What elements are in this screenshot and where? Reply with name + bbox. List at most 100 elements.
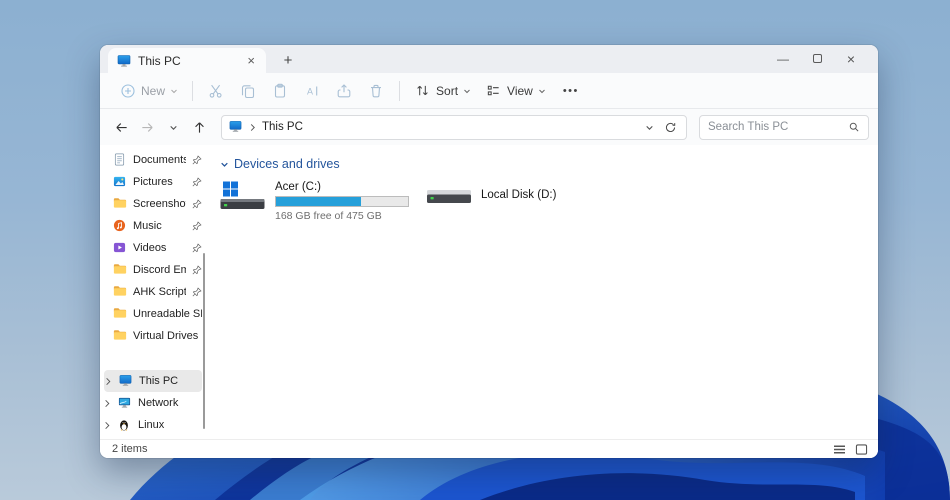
this-pc-icon [229,120,243,134]
document-icon [113,153,127,167]
minimize-button[interactable]: — [766,52,800,66]
search-icon [849,122,859,132]
drive-tile-d[interactable]: Local Disk (D:) [426,181,556,211]
sidebar-item-ahk-scripts[interactable]: AHK Scripts [100,281,206,303]
sidebar-item-virtual-drives[interactable]: Virtual Drives [100,325,206,347]
up-button[interactable] [187,115,211,139]
trash-icon [371,84,382,97]
folder-icon [113,197,127,211]
copy-icon [241,84,255,98]
sidebar-item-label: AHK Scripts [133,286,186,298]
sidebar-item-documents[interactable]: Documents [100,149,206,171]
toolbar-divider [192,80,194,101]
sidebar-item-screenshots[interactable]: Screenshots [100,193,206,215]
pin-icon [192,177,202,187]
drive-tile-c[interactable]: Acer (C:) 168 GB free of 475 GB [220,181,409,222]
music-icon [113,219,127,233]
window-controls: — × [766,45,868,73]
delete-button[interactable] [360,78,392,104]
copy-button[interactable] [232,78,264,104]
sidebar-item-unreadable-sd[interactable]: Unreadable SD C [100,303,206,325]
chevron-down-icon [464,89,470,93]
toolbar-divider [399,80,401,101]
sidebar-scrollbar[interactable] [203,253,205,429]
back-button[interactable] [109,115,133,139]
local-disk-icon [426,181,472,211]
pin-icon [192,221,202,231]
view-button[interactable]: View [478,78,553,103]
items-count: 2 items [112,443,148,455]
navigation-bar: This PC [100,109,878,145]
sort-button-label: Sort [436,83,459,98]
pin-icon [192,287,202,297]
sidebar-item-label: Music [133,220,162,232]
chevron-down-icon [538,89,545,93]
details-view-icon[interactable] [832,443,846,455]
paste-button[interactable] [264,78,296,104]
search-input[interactable] [708,121,848,133]
network-icon [118,396,132,410]
drive-name: Local Disk (D:) [481,189,557,201]
folder-icon [113,263,127,277]
rename-icon: A [307,86,318,96]
sidebar-item-this-pc[interactable]: This PC [104,370,202,392]
plus-circle-icon [119,82,136,99]
drive-capacity-text: 168 GB free of 475 GB [275,210,382,222]
address-bar[interactable]: This PC [221,114,687,140]
sort-button[interactable]: Sort [407,78,478,103]
view-button-label: View [507,83,533,98]
rename-button[interactable]: A [296,78,328,104]
sidebar-item-label: Discord Emo [133,264,186,276]
address-dropdown-icon[interactable] [645,123,654,132]
scissors-icon [209,84,222,98]
maximize-button[interactable] [800,52,834,66]
thumbnail-view-icon[interactable] [854,443,868,455]
sidebar-item-discord-emo[interactable]: Discord Emo [100,259,206,281]
new-button[interactable]: New [112,78,185,103]
folder-icon [113,329,127,343]
expand-chevron-icon[interactable] [103,421,112,430]
see-more-button[interactable]: ••• [553,85,589,97]
sidebar-item-label: Documents [133,154,186,166]
navigation-pane: Documents Pictures Screensho Music Video… [100,145,206,439]
drive-usage-bar-fill [276,197,362,206]
pin-icon [192,243,202,253]
breadcrumb-chevron-icon [250,123,255,131]
sidebar-item-videos[interactable]: Videos [100,237,206,259]
share-button[interactable] [328,78,360,104]
cut-button[interactable] [200,78,232,104]
section-devices-and-drives[interactable]: Devices and drives [220,157,878,171]
tab-this-pc[interactable]: This PC × [108,48,266,73]
pictures-icon [113,175,127,189]
collapse-chevron-icon[interactable] [220,160,229,169]
search-box [699,114,869,140]
share-icon [337,83,351,97]
close-button[interactable]: × [834,51,868,67]
sidebar-item-linux[interactable]: Linux [100,414,206,436]
pin-icon [192,155,202,165]
recent-locations-button[interactable] [161,115,185,139]
sidebar-item-pictures[interactable]: Pictures [100,171,206,193]
forward-button[interactable] [135,115,159,139]
expand-chevron-icon[interactable] [103,399,112,408]
sidebar-item-label: Pictures [133,176,173,188]
svg-text:A: A [307,86,313,96]
folder-icon [113,285,127,299]
expand-chevron-icon[interactable] [104,377,113,386]
tab-close-icon[interactable]: × [245,54,257,67]
explorer-content: Documents Pictures Screensho Music Video… [100,145,878,439]
file-explorer-window: This PC × + — × New A Sort View ••• This… [100,45,878,458]
command-toolbar: New A Sort View ••• [100,73,878,109]
refresh-icon[interactable] [664,121,677,134]
view-icon [485,82,502,99]
sidebar-item-network[interactable]: Network [100,392,206,414]
videos-icon [113,241,127,255]
section-header-label: Devices and drives [234,157,340,171]
sidebar-item-music[interactable]: Music [100,215,206,237]
sidebar-item-label: This PC [139,375,179,387]
breadcrumb[interactable]: This PC [262,121,639,133]
new-button-label: New [141,83,166,98]
new-tab-button[interactable]: + [275,48,301,72]
sidebar-item-label: Virtual Drives [133,330,199,342]
chevron-down-icon [171,89,177,93]
